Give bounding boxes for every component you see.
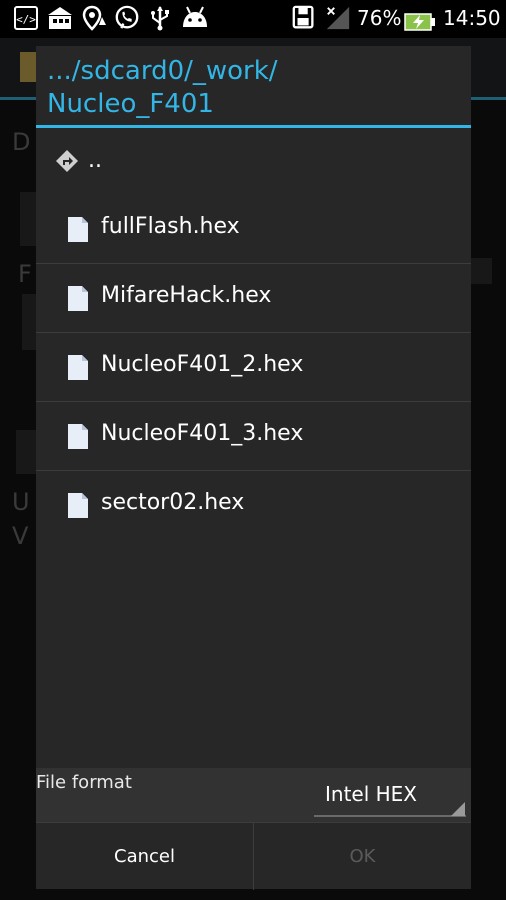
file-chooser-dialog: .../sdcard0/_work/ Nucleo_F401 .. fullFl… xyxy=(36,46,471,890)
battery-charging-icon xyxy=(404,13,435,31)
usb-icon xyxy=(151,6,169,31)
save-icon xyxy=(292,5,314,29)
background-text: F xyxy=(18,260,32,288)
file-name: NucleoF401_2.hex xyxy=(101,352,304,377)
clock: 14:50 xyxy=(443,6,501,30)
list-item[interactable]: fullFlash.hex xyxy=(36,195,471,264)
file-icon xyxy=(68,493,88,518)
file-format-spinner[interactable]: Intel HEX xyxy=(314,768,471,822)
battery-percent: 76% xyxy=(357,6,402,30)
location-icon xyxy=(82,5,106,31)
file-icon xyxy=(68,355,88,380)
cancel-button[interactable]: Cancel xyxy=(36,823,253,890)
file-icon xyxy=(68,424,88,449)
background-box xyxy=(470,258,492,284)
file-format-value: Intel HEX xyxy=(325,782,418,806)
dialog-button-bar: Cancel OK xyxy=(36,822,471,890)
file-format-label: File format xyxy=(36,772,132,793)
file-format-bar: File format Intel HEX xyxy=(36,768,471,822)
file-icon xyxy=(68,217,88,242)
store-icon xyxy=(48,7,72,29)
background-text: U xyxy=(12,488,30,516)
file-name: NucleoF401_3.hex xyxy=(101,421,304,446)
list-item[interactable]: NucleoF401_3.hex xyxy=(36,402,471,471)
list-item[interactable]: sector02.hex xyxy=(36,471,471,540)
file-name: MifareHack.hex xyxy=(101,283,272,308)
viber-icon xyxy=(115,5,139,29)
file-name: fullFlash.hex xyxy=(101,214,240,239)
list-item[interactable]: NucleoF401_2.hex xyxy=(36,333,471,402)
spinner-arrow-icon xyxy=(451,802,465,816)
dialog-title-folder: Nucleo_F401 xyxy=(47,89,214,119)
background-text: D xyxy=(12,128,31,156)
spinner-underline xyxy=(314,815,466,817)
status-bar: </> 76% 14:50 xyxy=(0,0,506,38)
list-item[interactable]: MifareHack.hex xyxy=(36,264,471,333)
ok-button[interactable]: OK xyxy=(254,823,471,890)
parent-directory-label: .. xyxy=(88,148,102,173)
code-icon: </> xyxy=(14,6,38,30)
background-text: V xyxy=(12,522,29,550)
parent-folder-icon xyxy=(56,150,78,172)
file-icon xyxy=(68,286,88,311)
svg-text:</>: </> xyxy=(16,13,36,26)
dialog-title: .../sdcard0/_work/ Nucleo_F401 xyxy=(36,46,471,128)
dialog-title-path: .../sdcard0/_work/ xyxy=(47,56,278,86)
parent-directory-item[interactable]: .. xyxy=(36,128,471,197)
android-icon xyxy=(183,6,207,27)
file-name: sector02.hex xyxy=(101,490,245,515)
no-signal-icon xyxy=(326,6,350,30)
